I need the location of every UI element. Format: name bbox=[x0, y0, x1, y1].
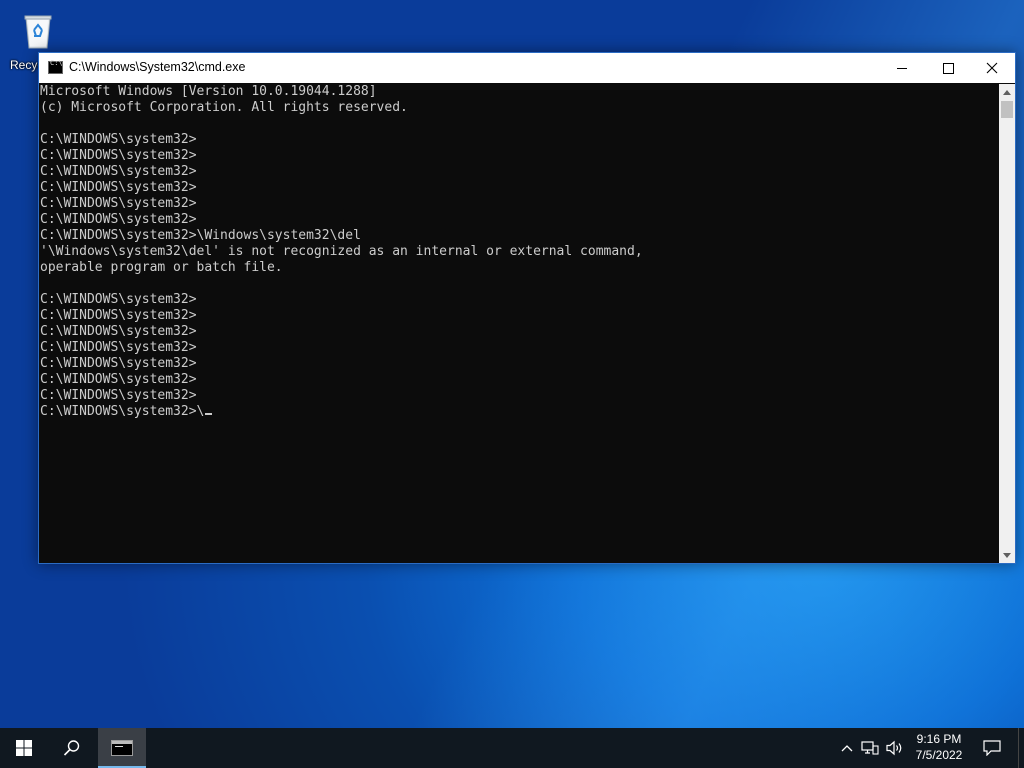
taskbar: 9:16 PM 7/5/2022 bbox=[0, 728, 1024, 768]
clock-date: 7/5/2022 bbox=[915, 748, 963, 762]
clock[interactable]: 9:16 PM 7/5/2022 bbox=[908, 731, 970, 765]
volume-button[interactable] bbox=[884, 738, 906, 758]
chevron-up-icon bbox=[1003, 89, 1011, 95]
console-output[interactable]: Microsoft Windows [Version 10.0.19044.12… bbox=[39, 84, 999, 563]
action-center-button[interactable] bbox=[976, 728, 1008, 768]
vertical-scrollbar[interactable] bbox=[999, 84, 1015, 563]
volume-icon bbox=[886, 740, 902, 756]
close-button[interactable] bbox=[969, 53, 1015, 83]
close-icon bbox=[986, 62, 998, 74]
cmd-window[interactable]: C:\Windows\System32\cmd.exe Microsoft Wi… bbox=[38, 52, 1016, 564]
scroll-down-button[interactable] bbox=[999, 547, 1015, 563]
cmd-icon bbox=[48, 59, 63, 74]
clock-time: 9:16 PM bbox=[916, 732, 962, 746]
show-hidden-icons-button[interactable] bbox=[838, 738, 856, 758]
title-bar[interactable]: C:\Windows\System32\cmd.exe bbox=[39, 53, 1015, 83]
recycle-bin-icon bbox=[22, 10, 54, 50]
chevron-down-icon bbox=[1003, 552, 1011, 558]
network-button[interactable] bbox=[860, 738, 880, 758]
start-button[interactable] bbox=[0, 728, 48, 768]
scroll-up-button[interactable] bbox=[999, 84, 1015, 100]
network-icon bbox=[861, 741, 879, 755]
console-text: Microsoft Windows [Version 10.0.19044.12… bbox=[40, 84, 643, 419]
search-icon bbox=[63, 740, 80, 756]
cmd-icon bbox=[111, 740, 133, 756]
minimize-icon bbox=[897, 67, 907, 69]
notification-icon bbox=[983, 740, 1001, 756]
maximize-icon bbox=[942, 62, 954, 74]
chevron-up-icon bbox=[841, 745, 853, 752]
search-button[interactable] bbox=[48, 728, 96, 768]
scroll-thumb[interactable] bbox=[1001, 101, 1013, 118]
minimize-button[interactable] bbox=[879, 53, 925, 83]
text-cursor bbox=[205, 413, 213, 415]
window-title: C:\Windows\System32\cmd.exe bbox=[69, 60, 246, 74]
windows-logo-icon bbox=[16, 740, 32, 756]
maximize-button[interactable] bbox=[925, 53, 971, 83]
taskbar-app-cmd[interactable] bbox=[98, 728, 146, 768]
show-desktop-button[interactable] bbox=[1018, 728, 1024, 768]
